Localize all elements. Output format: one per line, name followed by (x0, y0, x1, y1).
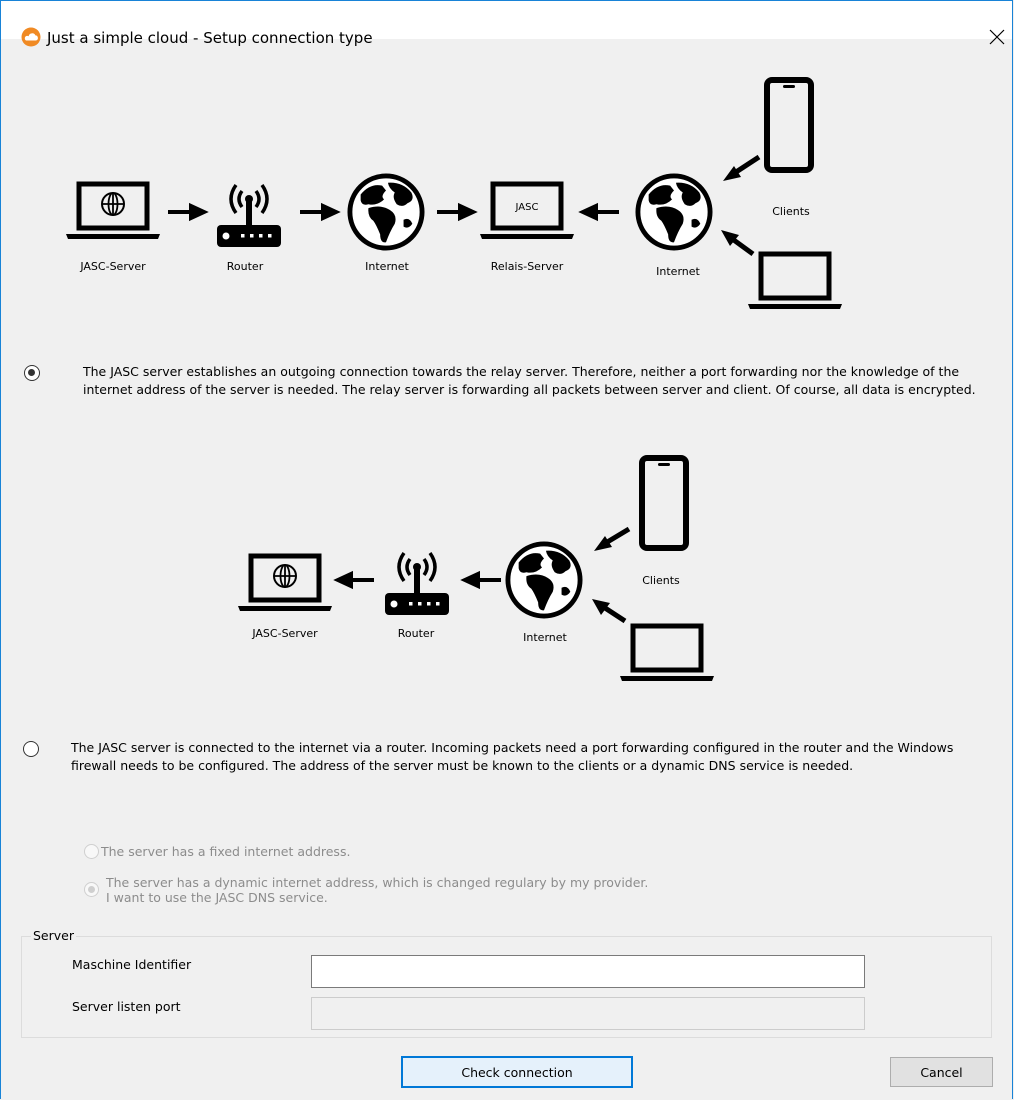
client-laptop-icon (620, 626, 714, 681)
close-icon[interactable] (982, 27, 1012, 49)
arrow-diagonal-icon (721, 230, 755, 257)
window-title: Just a simple cloud - Setup connection t… (47, 29, 373, 47)
phone-icon (642, 458, 686, 548)
relay-connection-description: The JASC server establishes an outgoing … (83, 364, 976, 397)
dynamic-address-label-line2: I want to use the JASC DNS service. (106, 890, 328, 905)
phone-icon (767, 80, 811, 170)
arrow-left-icon (333, 570, 374, 590)
router-icon (383, 551, 451, 617)
relais-screen-text: JASC (515, 202, 539, 213)
arrow-right-icon (437, 202, 478, 222)
router-icon (215, 183, 283, 249)
globe-icon (508, 544, 580, 616)
arrow-diagonal-icon (723, 154, 761, 181)
arrow-diagonal-icon (594, 526, 631, 551)
label-router: Router (227, 260, 264, 273)
label-jasc-server: JASC-Server (251, 627, 318, 640)
machine-identifier-input[interactable] (311, 955, 865, 988)
client-laptop-icon (748, 254, 842, 309)
relay-connection-radio[interactable] (24, 365, 40, 381)
globe-icon (350, 176, 422, 248)
label-clients: Clients (772, 205, 810, 218)
listen-port-label: Server listen port (72, 999, 181, 1014)
label-relais-server: Relais-Server (491, 260, 564, 273)
direct-connection-description: The JASC server is connected to the inte… (71, 740, 954, 773)
jasc-server-laptop-icon (66, 184, 160, 239)
direct-connection-diagram: JASC-Server Router Internet Clients (1, 451, 1001, 691)
cloud-app-icon (21, 27, 41, 47)
machine-identifier-label: Maschine Identifier (72, 957, 192, 972)
label-internet-1: Internet (365, 260, 409, 273)
cancel-button[interactable]: Cancel (890, 1057, 993, 1087)
arrow-right-icon (300, 202, 341, 222)
arrow-left-icon (578, 202, 619, 222)
dynamic-address-label-line1: The server has a dynamic internet addres… (106, 875, 649, 890)
fixed-address-label: The server has a fixed internet address. (101, 844, 351, 859)
label-jasc-server: JASC-Server (79, 260, 146, 273)
relay-connection-diagram: JASC-Server Router Internet JASC Relais-… (1, 71, 1001, 321)
setup-dialog: Just a simple cloud - Setup connection t… (0, 0, 1013, 1099)
server-group-legend: Server (31, 928, 76, 944)
label-internet-2: Internet (656, 265, 700, 278)
label-router: Router (398, 627, 435, 640)
check-connection-button[interactable]: Check connection (401, 1056, 633, 1088)
fixed-address-radio[interactable] (84, 844, 99, 859)
globe-icon (638, 176, 710, 248)
dynamic-address-radio[interactable] (84, 882, 99, 897)
listen-port-input[interactable] (311, 997, 865, 1030)
label-clients: Clients (642, 574, 680, 587)
jasc-server-laptop-icon (238, 556, 332, 611)
arrow-right-icon (168, 202, 209, 222)
direct-connection-radio[interactable] (23, 741, 39, 757)
arrow-diagonal-icon (592, 599, 627, 624)
label-internet: Internet (523, 631, 567, 644)
arrow-left-icon (460, 570, 501, 590)
